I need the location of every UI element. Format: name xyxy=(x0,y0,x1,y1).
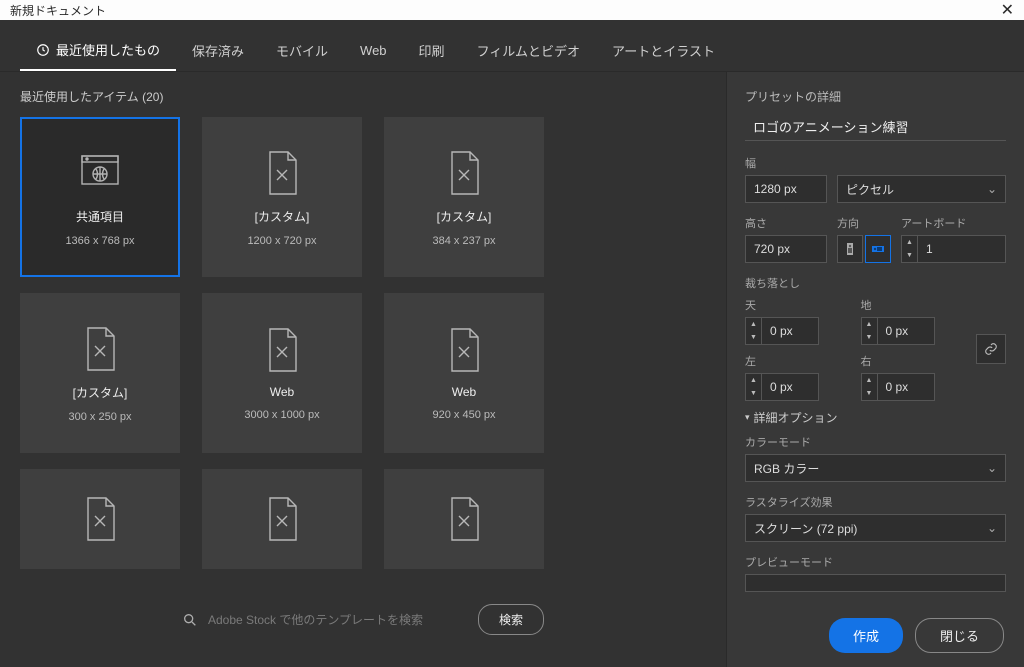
link-icon xyxy=(984,342,998,356)
preset-gallery: 最近使用したアイテム (20) 共通項目 1366 x 768 px [カスタム… xyxy=(0,72,726,667)
height-input[interactable]: 720 px xyxy=(745,235,827,263)
card-name: [カスタム] xyxy=(255,208,310,225)
stock-search-bar: 検索 xyxy=(20,594,706,651)
search-icon xyxy=(182,612,198,628)
custom-doc-icon xyxy=(260,148,304,198)
tab-art-illustration[interactable]: アートとイラスト xyxy=(596,30,731,71)
preset-card[interactable]: 共通項目 1366 x 768 px xyxy=(20,117,180,277)
preset-cards: 共通項目 1366 x 768 px [カスタム] 1200 x 720 px … xyxy=(20,117,706,569)
tab-print[interactable]: 印刷 xyxy=(403,30,461,71)
close-button[interactable]: 閉じる xyxy=(915,618,1004,653)
bleed-right-label: 右 xyxy=(861,353,965,369)
tab-label: 最近使用したもの xyxy=(56,40,160,59)
preset-name-input[interactable] xyxy=(745,115,1006,141)
card-dims: 300 x 250 px xyxy=(69,411,132,423)
orientation-label: 方向 xyxy=(837,215,891,231)
card-dims: 384 x 237 px xyxy=(433,235,496,247)
globe-doc-icon xyxy=(78,148,122,198)
tab-label: フィルムとビデオ xyxy=(477,41,580,60)
preview-mode-select[interactable] xyxy=(745,574,1006,592)
custom-doc-icon xyxy=(260,494,304,544)
tab-label: モバイル xyxy=(276,41,328,60)
tab-recent[interactable]: 最近使用したもの xyxy=(20,30,176,71)
raster-label: ラスタライズ効果 xyxy=(745,494,1006,510)
preset-card[interactable]: Web 920 x 450 px xyxy=(384,293,544,453)
stock-search-input[interactable] xyxy=(208,613,468,627)
dialog-footer: 作成 閉じる xyxy=(727,604,1024,667)
orientation-landscape[interactable] xyxy=(865,235,891,263)
preset-card[interactable] xyxy=(384,469,544,569)
preset-card[interactable]: Web 3000 x 1000 px xyxy=(202,293,362,453)
card-dims: 1200 x 720 px xyxy=(247,235,316,247)
tab-label: Web xyxy=(360,43,387,58)
bleed-left-input[interactable]: ▲▼0 px xyxy=(745,373,849,401)
unit-select[interactable]: ピクセル ⌄ xyxy=(837,175,1006,203)
custom-doc-icon xyxy=(442,494,486,544)
bleed-bottom-label: 地 xyxy=(861,297,965,313)
preset-card[interactable]: [カスタム] 300 x 250 px xyxy=(20,293,180,453)
bleed-top-input[interactable]: ▲▼0 px xyxy=(745,317,849,345)
tab-label: アートとイラスト xyxy=(612,41,715,60)
chevron-down-icon: ▾ xyxy=(745,412,750,423)
tab-mobile[interactable]: モバイル xyxy=(260,30,344,71)
close-icon[interactable]: ✕ xyxy=(1001,0,1014,20)
bleed-heading: 裁ち落とし xyxy=(745,275,1006,291)
tab-label: 印刷 xyxy=(419,41,445,60)
artboard-label: アートボード xyxy=(901,215,1006,231)
card-name: Web xyxy=(270,385,294,399)
chevron-down-icon: ⌄ xyxy=(987,461,997,475)
card-name: Web xyxy=(452,385,476,399)
tab-label: 保存済み xyxy=(192,41,244,60)
custom-doc-icon xyxy=(78,324,122,374)
bleed-bottom-input[interactable]: ▲▼0 px xyxy=(861,317,965,345)
recent-heading: 最近使用したアイテム (20) xyxy=(20,88,706,105)
custom-doc-icon xyxy=(442,148,486,198)
card-dims: 1366 x 768 px xyxy=(65,235,134,247)
width-input[interactable]: 1280 px xyxy=(745,175,827,203)
stock-search-button[interactable]: 検索 xyxy=(478,604,544,635)
preset-card[interactable] xyxy=(202,469,362,569)
tab-film-video[interactable]: フィルムとビデオ xyxy=(461,30,596,71)
orientation-portrait[interactable] xyxy=(837,235,863,263)
step-down-icon[interactable]: ▼ xyxy=(902,249,917,262)
portrait-icon xyxy=(843,242,857,256)
color-mode-label: カラーモード xyxy=(745,434,1006,450)
bleed-left-label: 左 xyxy=(745,353,849,369)
custom-doc-icon xyxy=(260,325,304,375)
card-dims: 920 x 450 px xyxy=(433,409,496,421)
preset-card[interactable]: [カスタム] 1200 x 720 px xyxy=(202,117,362,277)
preset-card[interactable] xyxy=(20,469,180,569)
category-tabs: 最近使用したもの 保存済み モバイル Web 印刷 フィルムとビデオ アートとイ… xyxy=(0,20,1024,72)
window-title: 新規ドキュメント xyxy=(10,2,106,19)
preset-details-panel: プリセットの詳細 幅 1280 px ピクセル ⌄ 高さ 720 px xyxy=(726,72,1024,667)
card-name: [カスタム] xyxy=(73,384,128,401)
card-name: 共通項目 xyxy=(76,208,124,225)
bleed-right-input[interactable]: ▲▼0 px xyxy=(861,373,965,401)
color-mode-select[interactable]: RGB カラー ⌄ xyxy=(745,454,1006,482)
chevron-down-icon: ⌄ xyxy=(987,521,997,535)
landscape-icon xyxy=(871,242,885,256)
raster-select[interactable]: スクリーン (72 ppi) ⌄ xyxy=(745,514,1006,542)
card-dims: 3000 x 1000 px xyxy=(244,409,319,421)
chevron-down-icon: ⌄ xyxy=(987,182,997,196)
tab-web[interactable]: Web xyxy=(344,30,403,71)
tab-saved[interactable]: 保存済み xyxy=(176,30,260,71)
custom-doc-icon xyxy=(78,494,122,544)
width-label: 幅 xyxy=(745,155,1006,171)
advanced-options-toggle[interactable]: ▾ 詳細オプション xyxy=(745,409,1006,426)
custom-doc-icon xyxy=(442,325,486,375)
bleed-top-label: 天 xyxy=(745,297,849,313)
preview-mode-label: プレビューモード xyxy=(745,554,1006,570)
panel-title: プリセットの詳細 xyxy=(745,88,1006,105)
titlebar: 新規ドキュメント ✕ xyxy=(0,0,1024,20)
step-up-icon[interactable]: ▲ xyxy=(902,236,917,249)
link-bleed-button[interactable] xyxy=(976,334,1006,364)
artboard-stepper[interactable]: ▲▼ 1 xyxy=(901,235,1006,263)
height-label: 高さ xyxy=(745,215,827,231)
create-button[interactable]: 作成 xyxy=(829,618,903,653)
preset-card[interactable]: [カスタム] 384 x 237 px xyxy=(384,117,544,277)
clock-icon xyxy=(36,43,50,57)
card-name: [カスタム] xyxy=(437,208,492,225)
